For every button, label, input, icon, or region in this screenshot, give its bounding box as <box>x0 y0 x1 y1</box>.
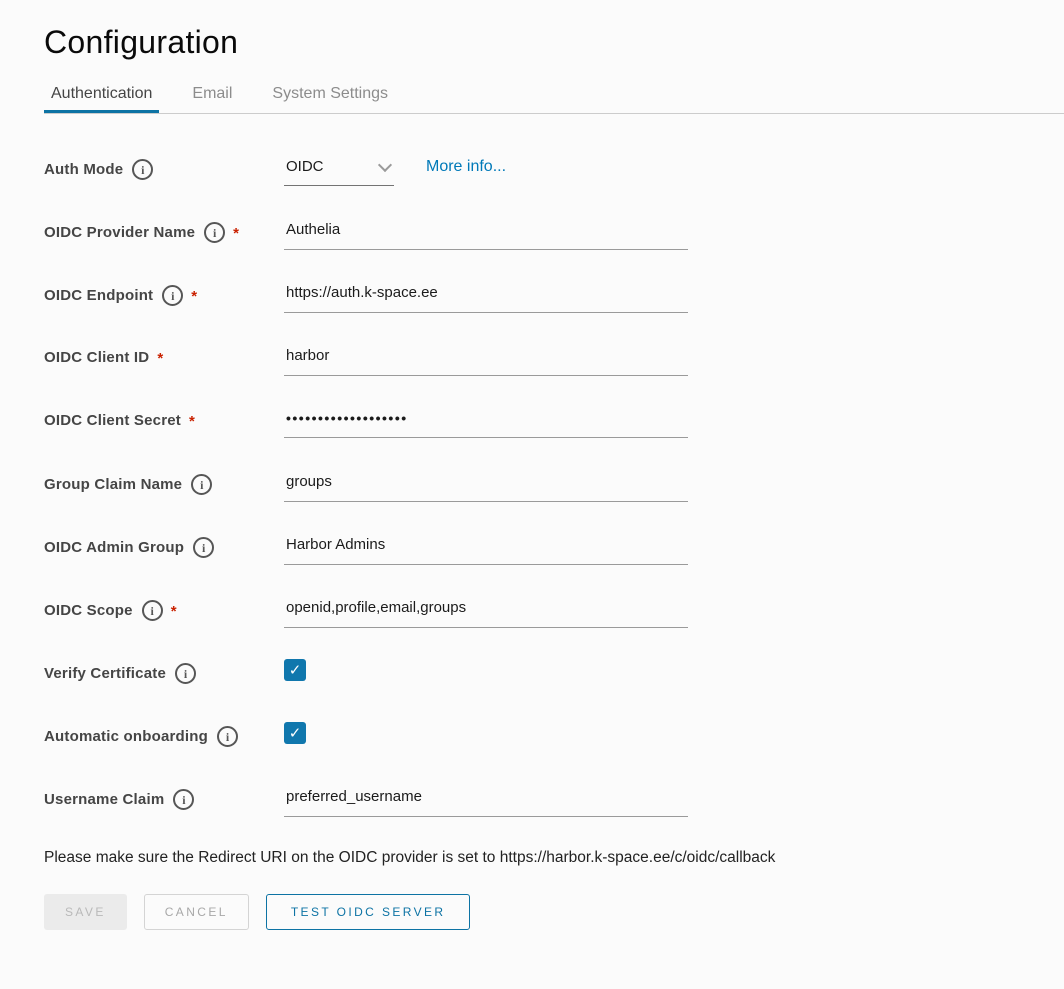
action-buttons: SAVE CANCEL TEST OIDC SERVER <box>44 894 1064 930</box>
field-label-text: OIDC Provider Name <box>44 224 195 241</box>
form-row-verify-certificate: Verify Certificate i ✓ <box>44 655 1064 693</box>
info-icon[interactable]: i <box>217 726 238 747</box>
oidc-endpoint-control: https://auth.k-space.ee <box>284 277 688 313</box>
info-icon[interactable]: i <box>142 600 163 621</box>
oidc-provider-name-control: Authelia <box>284 214 688 250</box>
field-label-text: Auth Mode <box>44 161 123 178</box>
field-label-text: Verify Certificate <box>44 665 166 682</box>
chevron-down-icon <box>378 158 392 172</box>
form-row-auth-mode: Auth Mode i OIDC More info... <box>44 151 1064 189</box>
field-label-text: OIDC Admin Group <box>44 539 184 556</box>
auth-mode-selected-value: OIDC <box>286 158 324 175</box>
username-claim-control: preferred_username <box>284 781 688 817</box>
oidc-client-id-label: OIDC Client ID * <box>44 340 284 367</box>
oidc-client-secret-label: OIDC Client Secret * <box>44 403 284 430</box>
form-row-oidc-scope: OIDC Scope i * openid,profile,email,groups <box>44 592 1064 630</box>
group-claim-name-input[interactable]: groups <box>284 466 688 502</box>
required-marker: * <box>233 223 239 242</box>
tab-bar: Authentication Email System Settings <box>44 75 1064 114</box>
info-icon[interactable]: i <box>173 789 194 810</box>
info-icon[interactable]: i <box>175 663 196 684</box>
cancel-button[interactable]: CANCEL <box>144 894 249 930</box>
auth-settings-form: Auth Mode i OIDC More info... OIDC Provider … <box>44 151 1064 819</box>
form-row-automatic-onboarding: Automatic onboarding i ✓ <box>44 718 1064 756</box>
group-claim-name-label: Group Claim Name i <box>44 466 284 495</box>
form-row-oidc-admin-group: OIDC Admin Group i Harbor Admins <box>44 529 1064 567</box>
tab-authentication[interactable]: Authentication <box>44 75 159 113</box>
oidc-provider-name-input[interactable]: Authelia <box>284 214 688 250</box>
field-label-text: Group Claim Name <box>44 476 182 493</box>
tab-email[interactable]: Email <box>185 75 239 113</box>
form-row-oidc-client-id: OIDC Client ID * harbor <box>44 340 1064 378</box>
required-marker: * <box>157 348 163 367</box>
oidc-endpoint-label: OIDC Endpoint i * <box>44 277 284 306</box>
username-claim-label: Username Claim i <box>44 781 284 810</box>
verify-certificate-control: ✓ <box>284 655 306 681</box>
oidc-client-id-control: harbor <box>284 340 688 376</box>
form-row-oidc-client-secret: OIDC Client Secret * ••••••••••••••••••• <box>44 403 1064 441</box>
field-label-text: OIDC Client ID <box>44 349 149 366</box>
form-row-oidc-provider-name: OIDC Provider Name i * Authelia <box>44 214 1064 252</box>
auth-mode-select[interactable]: OIDC <box>284 151 394 186</box>
check-icon: ✓ <box>289 726 302 741</box>
configuration-page: Configuration Authentication Email System … <box>0 24 1064 930</box>
oidc-scope-control: openid,profile,email,groups <box>284 592 688 628</box>
field-label-text: OIDC Scope <box>44 602 133 619</box>
form-row-oidc-endpoint: OIDC Endpoint i * https://auth.k-space.ee <box>44 277 1064 315</box>
oidc-admin-group-label: OIDC Admin Group i <box>44 529 284 558</box>
check-icon: ✓ <box>289 663 302 678</box>
save-button[interactable]: SAVE <box>44 894 127 930</box>
test-oidc-server-button[interactable]: TEST OIDC SERVER <box>266 894 471 930</box>
group-claim-name-control: groups <box>284 466 688 502</box>
info-icon[interactable]: i <box>132 159 153 180</box>
verify-certificate-label: Verify Certificate i <box>44 655 284 684</box>
oidc-provider-name-label: OIDC Provider Name i * <box>44 214 284 243</box>
verify-certificate-checkbox[interactable]: ✓ <box>284 659 306 681</box>
form-row-group-claim-name: Group Claim Name i groups <box>44 466 1064 504</box>
oidc-endpoint-input[interactable]: https://auth.k-space.ee <box>284 277 688 313</box>
field-label-text: OIDC Endpoint <box>44 287 153 304</box>
page-title: Configuration <box>44 24 1064 61</box>
username-claim-input[interactable]: preferred_username <box>284 781 688 817</box>
oidc-client-secret-control: ••••••••••••••••••• <box>284 403 688 438</box>
oidc-scope-label: OIDC Scope i * <box>44 592 284 621</box>
form-row-username-claim: Username Claim i preferred_username <box>44 781 1064 819</box>
auth-mode-control: OIDC More info... <box>284 151 506 186</box>
more-info-link[interactable]: More info... <box>426 151 506 176</box>
automatic-onboarding-checkbox[interactable]: ✓ <box>284 722 306 744</box>
oidc-admin-group-input[interactable]: Harbor Admins <box>284 529 688 565</box>
oidc-admin-group-control: Harbor Admins <box>284 529 688 565</box>
info-icon[interactable]: i <box>162 285 183 306</box>
info-icon[interactable]: i <box>191 474 212 495</box>
auth-mode-label: Auth Mode i <box>44 151 284 180</box>
automatic-onboarding-label: Automatic onboarding i <box>44 718 284 747</box>
required-marker: * <box>191 286 197 305</box>
info-icon[interactable]: i <box>193 537 214 558</box>
automatic-onboarding-control: ✓ <box>284 718 306 744</box>
oidc-client-secret-input[interactable]: ••••••••••••••••••• <box>284 403 688 438</box>
required-marker: * <box>189 411 195 430</box>
oidc-client-id-input[interactable]: harbor <box>284 340 688 376</box>
info-icon[interactable]: i <box>204 222 225 243</box>
field-label-text: Username Claim <box>44 791 164 808</box>
field-label-text: OIDC Client Secret <box>44 412 181 429</box>
tab-system-settings[interactable]: System Settings <box>265 75 395 113</box>
redirect-uri-note: Please make sure the Redirect URI on the… <box>44 849 1064 867</box>
oidc-scope-input[interactable]: openid,profile,email,groups <box>284 592 688 628</box>
field-label-text: Automatic onboarding <box>44 728 208 745</box>
required-marker: * <box>171 601 177 620</box>
